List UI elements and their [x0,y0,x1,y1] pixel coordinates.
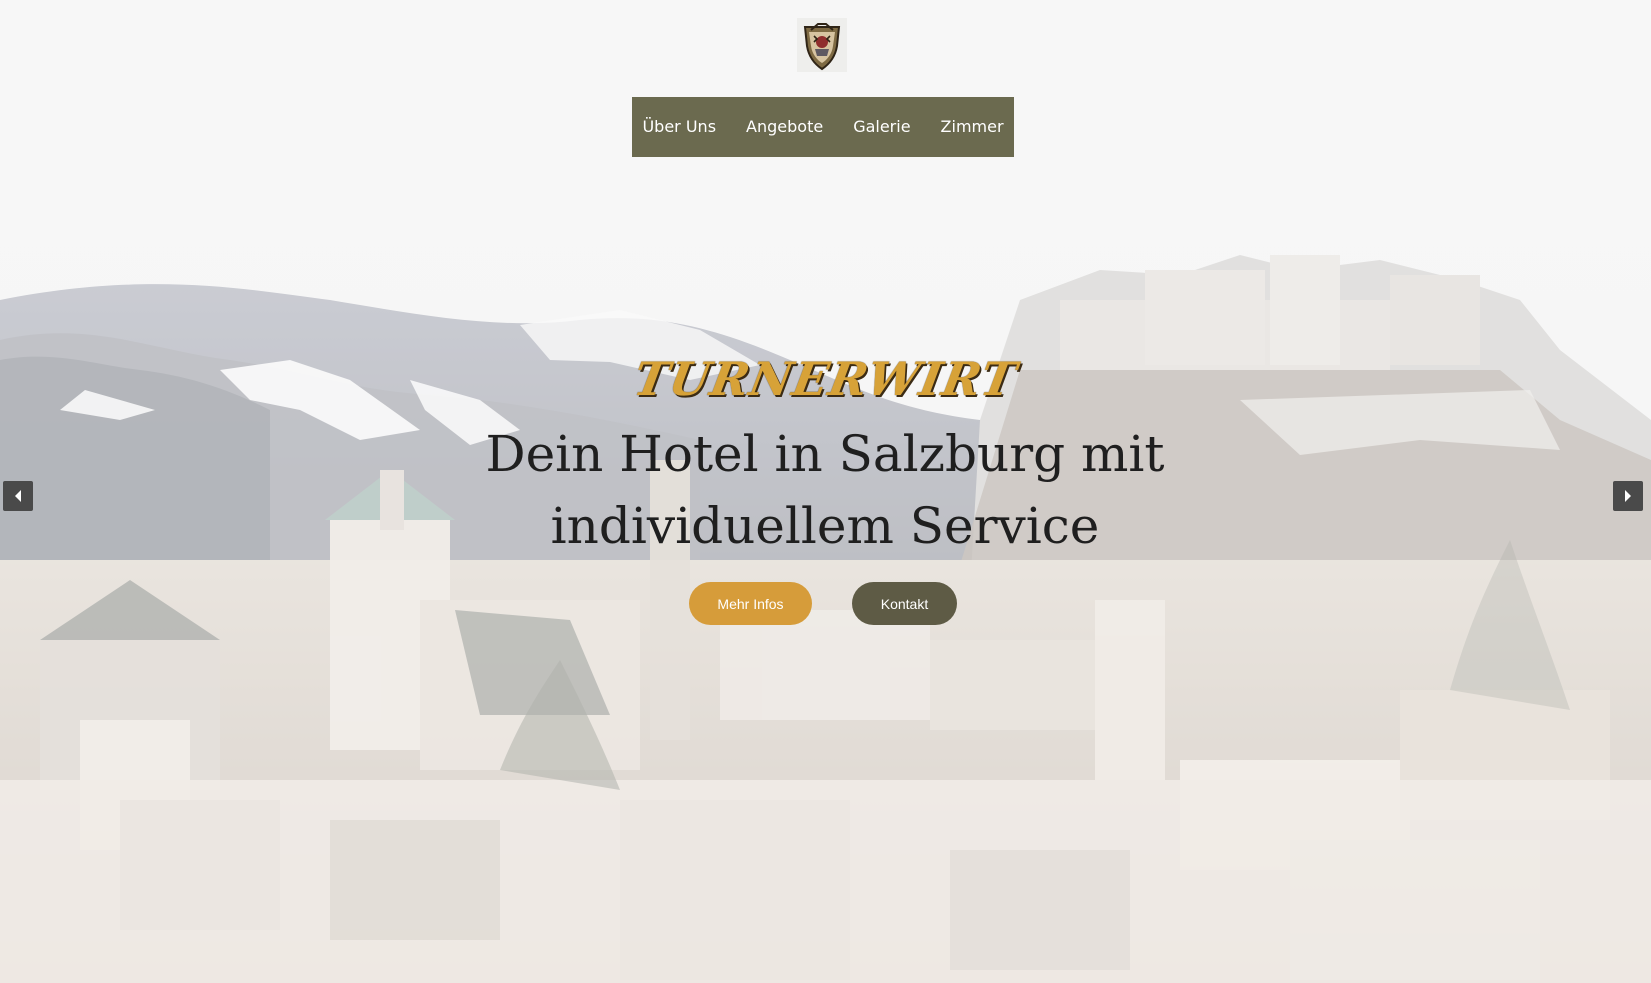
nav-item-angebote[interactable]: Angebote [731,97,838,157]
slider-prev-button[interactable] [3,481,33,511]
chevron-right-icon [1625,490,1631,502]
nav-item-zimmer[interactable]: Zimmer [926,97,1019,157]
brand-title: TURNERWIRT [629,352,1022,406]
hero-headline: Dein Hotel in Salzburg mit individuellem… [485,425,1165,555]
chevron-left-icon [15,490,21,502]
nav-item-ueber-uns[interactable]: Über Uns [627,97,731,157]
coat-of-arms-icon[interactable] [797,18,847,72]
hero-slider: Über Uns Angebote Galerie Zimmer TURNERW… [0,0,1651,983]
contact-button[interactable]: Kontakt [852,582,957,625]
nav-item-galerie[interactable]: Galerie [838,97,925,157]
main-navigation: Über Uns Angebote Galerie Zimmer [632,97,1014,157]
more-info-button[interactable]: Mehr Infos [689,582,812,625]
slider-next-button[interactable] [1613,481,1643,511]
